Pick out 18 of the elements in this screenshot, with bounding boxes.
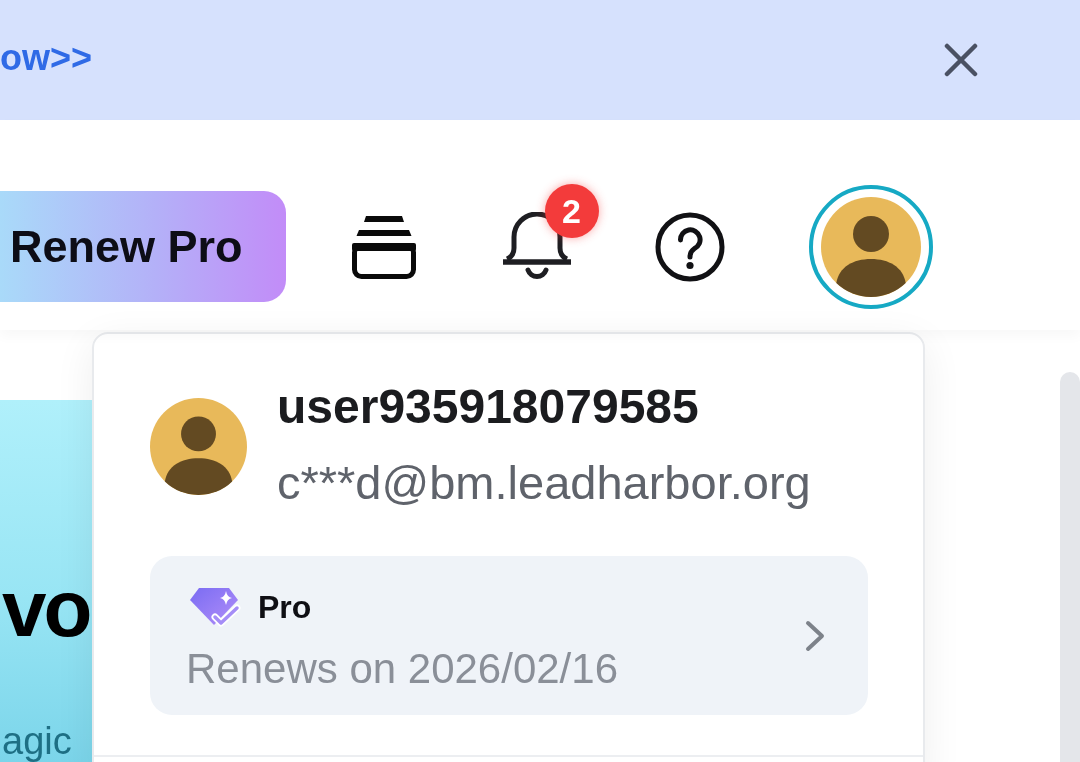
hero-subtitle: agic (2, 720, 72, 762)
banner-link[interactable]: ow>> (0, 38, 93, 78)
close-icon[interactable] (944, 43, 978, 77)
archive-box-icon[interactable] (351, 214, 416, 279)
plan-card[interactable]: Pro Renews on 2026/02/16 (150, 556, 868, 715)
notification-badge: 2 (544, 183, 599, 238)
username: user935918079585 (277, 379, 699, 435)
email-text: c***d@bm.leadharbor.org (277, 455, 811, 511)
renew-pro-button[interactable]: Renew Pro (0, 191, 286, 302)
chevron-right-icon (805, 619, 825, 652)
diamond-icon (190, 587, 242, 627)
user-avatar-icon (150, 398, 247, 495)
renewal-date-text: Renews on 2026/02/16 (186, 644, 618, 694)
help-icon[interactable] (654, 211, 725, 282)
person-icon (820, 196, 921, 297)
hero-title: vo (2, 567, 90, 651)
plan-name: Pro (258, 588, 312, 627)
scrollbar[interactable] (1060, 372, 1080, 762)
